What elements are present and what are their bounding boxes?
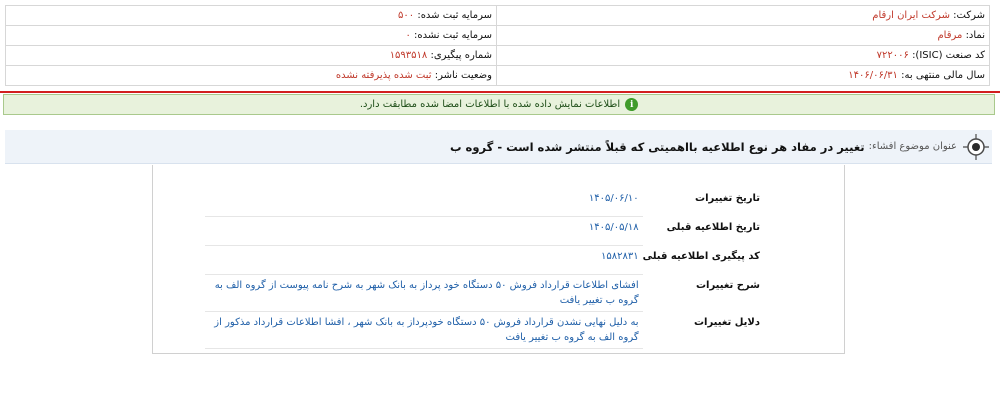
subject-label: عنوان موضوع افشاء: bbox=[868, 141, 957, 152]
fiscal-year-label: سال مالی منتهی به: bbox=[901, 70, 985, 81]
detail-row: شرح تغییرات افشای اطلاعات قرارداد فروش ۵… bbox=[205, 274, 760, 312]
publisher-status-value: ثبت شده پذیرفته نشده bbox=[335, 70, 432, 81]
detail-row: دلایل تغییرات به دلیل نهایی نشدن قرارداد… bbox=[205, 311, 760, 349]
company-cell: شرکت: شرکت ایران ارقام bbox=[496, 5, 990, 26]
isic-label: کد صنعت (ISIC): bbox=[912, 50, 985, 61]
unregistered-capital-cell: سرمایه ثبت نشده: ۰ bbox=[5, 25, 497, 46]
change-date-value: ۱۴۰۵/۰۶/۱۰ bbox=[205, 188, 643, 217]
isic-cell: کد صنعت (ISIC): ۷۲۲۰۰۶ bbox=[496, 45, 990, 66]
fiscal-year-cell: سال مالی منتهی به: ۱۴۰۶/۰۶/۳۱ bbox=[496, 65, 990, 86]
isic-value: ۷۲۲۰۰۶ bbox=[876, 50, 909, 61]
tracking-number-value: ۱۵۹۳۵۱۸ bbox=[389, 50, 428, 61]
target-icon bbox=[963, 133, 989, 160]
change-reasons-label: دلایل تغییرات bbox=[693, 316, 760, 328]
detail-row: تاریخ تغییرات ۱۴۰۵/۰۶/۱۰ bbox=[205, 188, 760, 217]
registered-capital-cell: سرمایه ثبت شده: ۵۰۰ bbox=[5, 5, 497, 26]
detail-row: تاریخ اطلاعیه قبلی ۱۴۰۵/۰۵/۱۸ bbox=[205, 216, 760, 246]
symbol-cell: نماد: مرقام bbox=[496, 25, 990, 46]
previous-notice-date-label: تاریخ اطلاعیه قبلی bbox=[666, 221, 760, 233]
registered-capital-label: سرمایه ثبت شده: bbox=[417, 10, 492, 21]
previous-tracking-code-label: کد پیگیری اطلاعیه قبلی bbox=[642, 250, 760, 262]
tracking-number-cell: شماره پیگیری: ۱۵۹۳۵۱۸ bbox=[5, 45, 497, 66]
info-icon: i bbox=[625, 98, 639, 111]
detail-row: کد پیگیری اطلاعیه قبلی ۱۵۸۲۸۳۱ bbox=[205, 245, 760, 275]
registered-capital-value: ۵۰۰ bbox=[398, 10, 415, 21]
details-table: تاریخ تغییرات ۱۴۰۵/۰۶/۱۰ تاریخ اطلاعیه ق… bbox=[205, 188, 760, 349]
change-description-value: افشای اطلاعات قرارداد فروش ۵۰ دستگاه خود… bbox=[205, 274, 643, 312]
company-label: شرکت: bbox=[953, 10, 985, 21]
change-description-label: شرح تغییرات bbox=[695, 279, 760, 291]
tracking-number-label: شماره پیگیری: bbox=[430, 50, 492, 61]
symbol-label: نماد: bbox=[965, 30, 985, 41]
publisher-status-label: وضعیت ناشر: bbox=[434, 70, 492, 81]
subject-bar: عنوان موضوع افشاء: تغییر در مفاد هر نوع … bbox=[5, 130, 992, 164]
company-value: شرکت ایران ارقام bbox=[872, 10, 950, 21]
unregistered-capital-label: سرمایه ثبت نشده: bbox=[414, 30, 492, 41]
change-date-label: تاریخ تغییرات bbox=[695, 193, 760, 204]
fiscal-year-value: ۱۴۰۶/۰۶/۳۱ bbox=[848, 70, 898, 81]
symbol-value: مرقام bbox=[937, 30, 963, 41]
subject-title: تغییر در مفاد هر نوع اطلاعیه بااهمیتی که… bbox=[450, 139, 865, 154]
change-reasons-value: به دلیل نهایی نشدن قرارداد فروش ۵۰ دستگا… bbox=[205, 311, 643, 349]
previous-tracking-code-value: ۱۵۸۲۸۳۱ bbox=[205, 245, 643, 275]
verification-notice: i اطلاعات نمایش داده شده با اطلاعات امضا… bbox=[3, 94, 995, 115]
company-info-table: شرکت: شرکت ایران ارقام سرمایه ثبت شده: ۵… bbox=[5, 5, 990, 86]
unregistered-capital-value: ۰ bbox=[405, 30, 411, 41]
publisher-status-cell: وضعیت ناشر: ثبت شده پذیرفته نشده bbox=[5, 65, 497, 86]
previous-notice-date-value: ۱۴۰۵/۰۵/۱۸ bbox=[205, 216, 643, 246]
header-separator bbox=[0, 91, 1000, 93]
notice-text: اطلاعات نمایش داده شده با اطلاعات امضا ش… bbox=[359, 99, 621, 110]
